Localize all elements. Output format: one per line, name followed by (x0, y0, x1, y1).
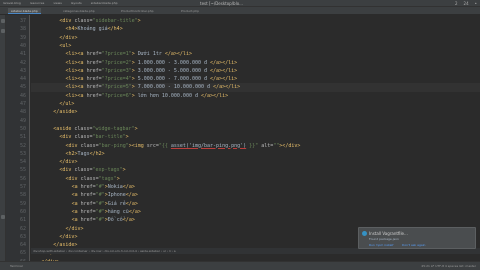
toolbar-counter-2[interactable]: 24 (464, 1, 469, 6)
path-views[interactable]: views (53, 1, 61, 5)
structure-icon[interactable] (1, 29, 5, 33)
line-number: 54 (19, 159, 26, 166)
toolbar-counter-1[interactable]: 2 (455, 1, 458, 6)
notification-run-link[interactable]: Run 'npm install' (369, 243, 394, 247)
line-number: 45 (19, 84, 26, 91)
status-bar: Terminal 45:21 LF UTF-8 4 spaces Git: ma… (0, 261, 480, 270)
code-line[interactable]: <a href="#">Giá rẻ</a> (31, 200, 138, 208)
terminal-tab[interactable]: Terminal (10, 262, 23, 270)
path-project[interactable]: laravel-blog (3, 1, 21, 5)
line-number: 58 (19, 192, 26, 199)
code-line[interactable]: <li><a href="?price=4"> 5.000.000 - 7.00… (31, 75, 238, 83)
code-line[interactable]: <div class="bar-title"> (31, 133, 128, 141)
line-number: 56 (19, 175, 26, 182)
code-line[interactable]: <a href="#">Iphone</a> (31, 191, 138, 199)
line-number: 57 (19, 184, 26, 190)
code-line[interactable]: <li><a href="?price=2"> 1.000.000 - 3.00… (31, 59, 238, 67)
tab-productcontroller[interactable]: ProductController.php (118, 8, 157, 14)
window-title: test [~/Desktop/blo... (200, 1, 243, 6)
line-number: 63 (19, 233, 26, 240)
line-number: 64 (19, 242, 26, 249)
code-editor[interactable]: <div class="sidebar-title"> <h4>Khoảng gi… (31, 15, 480, 261)
code-line[interactable]: <li><a href="?price=1"> Dưới 1tr </a></l… (31, 50, 192, 58)
line-number: 48 (19, 109, 26, 116)
tab-sidebar[interactable]: sidebar.blade.php (8, 8, 41, 14)
nav-bar-path[interactable]: laravel-blog resources views layouts sidebar… (3, 0, 127, 7)
line-number: 60 (19, 208, 26, 215)
toolbar-right[interactable]: 2 24 • (449, 0, 477, 7)
line-number: 47 (19, 101, 26, 107)
project-icon[interactable] (1, 19, 5, 23)
code-line[interactable]: </ul> (31, 100, 74, 108)
line-number-gutter: 37 38 39 40 41 42 43 44 45 46 47 48 49 50 51 52 53 54 55 56… (6, 15, 30, 265)
tab-categories[interactable]: categories.blade.php (60, 8, 98, 14)
title-bar: laravel-blog resources views layouts sidebar… (0, 0, 480, 7)
line-number: 52 (19, 142, 26, 149)
line-number: 62 (19, 225, 26, 232)
line-number: 38 (19, 26, 26, 33)
status-info: 45:21 LF UTF-8 4 spaces Git: master (421, 264, 476, 268)
code-line[interactable]: <ul> (31, 42, 71, 50)
code-line[interactable]: <li><a href="?price=5"> 7.000.000 - 10.0… (31, 83, 480, 92)
code-line[interactable]: <h4>Khoảng giá</h4> (31, 25, 123, 33)
line-number: 50 (19, 125, 26, 132)
notification-popup: Install Vagrantfile... Found package.jso… (358, 227, 476, 249)
line-number: 51 (19, 134, 26, 141)
code-line[interactable]: </div> (31, 225, 84, 233)
favorites-icon[interactable] (1, 215, 5, 219)
code-line[interactable]: <div class="bar-ping"><img src="{{ asset… (31, 142, 301, 150)
line-number: 59 (19, 200, 26, 207)
code-line[interactable]: <div class="sidebar-title"> (31, 17, 140, 25)
notification-body: Found package.json (369, 237, 399, 241)
path-resources[interactable]: resources (30, 1, 45, 5)
line-number: 55 (19, 167, 26, 174)
line-number: 46 (19, 92, 26, 99)
code-line[interactable]: <div class="tags"> (31, 175, 120, 183)
code-line[interactable]: <div class="exp-tags"> (31, 166, 125, 174)
code-line[interactable]: </div> (31, 34, 77, 42)
code-line[interactable]: <h2>Tags</h2> (31, 150, 105, 158)
code-line[interactable] (31, 117, 35, 125)
line-number: 65 (19, 250, 26, 257)
line-number: 39 (19, 34, 26, 41)
code-line[interactable]: </aside> (31, 108, 77, 116)
code-line[interactable]: <li><a href="?price=3"> 3.000.000 - 5.00… (31, 67, 238, 75)
toolbar-dot-icon[interactable]: • (475, 1, 477, 6)
line-number: 42 (19, 59, 26, 66)
line-number: 37 (19, 18, 26, 24)
code-line[interactable]: <a href="#">hàng cũ</a> (31, 208, 141, 216)
line-number: 40 (19, 42, 26, 49)
notification-title: Install Vagrantfile... (369, 231, 408, 236)
line-number: 41 (19, 51, 26, 58)
path-layouts[interactable]: layouts (71, 1, 82, 5)
path-file[interactable]: sidebar.blade.php (91, 1, 118, 5)
line-number: 49 (19, 117, 26, 124)
code-line[interactable]: <li><a href="?price=6"> lớn hơn 10.000.0… (31, 92, 229, 100)
line-number: 44 (19, 76, 26, 83)
code-line[interactable]: <a href="#">Nokia</a> (31, 183, 135, 191)
line-number: 43 (19, 67, 26, 74)
notification-dismiss-link[interactable]: Don't ask again (402, 243, 425, 247)
code-line[interactable]: <aside class="widge-tagbar"> (31, 125, 137, 133)
editor-tabs: sidebar.blade.php categories.blade.php P… (0, 7, 480, 15)
code-line[interactable]: <a href="#">Đồ cổ</a> (31, 216, 135, 224)
line-number: 61 (19, 217, 26, 224)
code-line[interactable]: </div> (31, 158, 77, 166)
code-line[interactable]: </div> (31, 233, 77, 241)
tab-product[interactable]: Product.php (178, 8, 202, 14)
info-icon (362, 231, 367, 236)
line-number: 53 (19, 150, 26, 157)
